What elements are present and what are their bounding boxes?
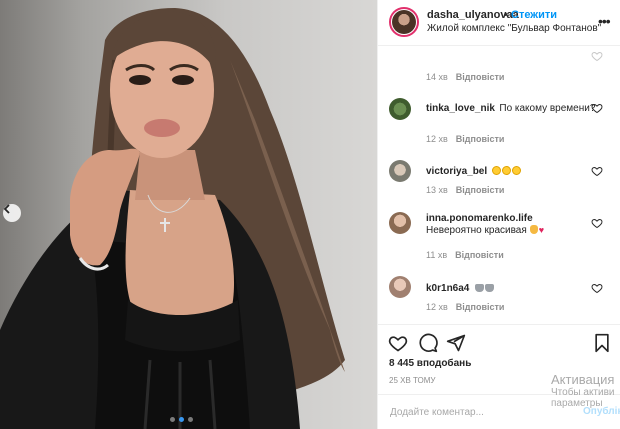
comment-time: 12 хв — [426, 302, 448, 312]
post-header: dasha_ulyanovaa • Стежити Жилой комплекс… — [378, 0, 620, 46]
follow-button[interactable]: Стежити — [511, 9, 557, 21]
reply-button[interactable]: Відповісти — [456, 72, 505, 82]
smile-emoji — [491, 166, 501, 175]
share-icon[interactable] — [446, 333, 466, 353]
post-actions: 8 445 вподобань 25 ХВ ТОМУ — [378, 324, 620, 394]
comment-icon[interactable] — [418, 333, 438, 353]
comments-list[interactable]: 14 хв Відповісти tinka_love_nik По какому… — [378, 46, 620, 324]
heart-icon[interactable] — [591, 165, 603, 177]
reply-button[interactable]: Відповісти — [456, 134, 505, 144]
comment-time: 11 хв — [426, 250, 448, 260]
more-options-button[interactable]: ••• — [598, 13, 611, 29]
carousel-dot — [170, 417, 175, 422]
comment-text: По какому времени? — [499, 103, 596, 114]
post-side-panel: dasha_ulyanovaa • Стежити Жилой комплекс… — [377, 0, 620, 429]
cat-emoji — [474, 284, 484, 292]
hand-emoji — [529, 225, 538, 234]
carousel-dot-active — [179, 417, 184, 422]
author-avatar[interactable] — [389, 7, 419, 37]
comment-body: victoriya_bel — [426, 161, 596, 179]
comment-meta: 12 хв Відповісти — [426, 134, 504, 144]
smile-emoji — [501, 166, 511, 175]
comment-input[interactable] — [388, 404, 568, 420]
comment-text-line: Невероятно красивая ♥ — [426, 224, 596, 237]
post-photo[interactable] — [0, 0, 377, 429]
reply-button[interactable]: Відповісти — [456, 185, 505, 195]
comment-meta: 13 хв Відповісти — [426, 185, 504, 195]
comment-username[interactable]: tinka_love_nik — [426, 103, 495, 114]
comment-meta: 14 хв Відповісти — [426, 72, 504, 82]
cat-emoji — [484, 284, 494, 292]
reply-button[interactable]: Відповісти — [455, 250, 504, 260]
comment-username[interactable]: k0r1n6a4 — [426, 283, 469, 294]
commenter-avatar[interactable] — [389, 98, 411, 120]
post-comment-button[interactable]: Опублікувати — [583, 406, 620, 417]
carousel-dot — [188, 417, 193, 422]
bookmark-icon[interactable] — [592, 333, 612, 353]
post-time[interactable]: 25 ХВ ТОМУ — [389, 376, 436, 385]
comment-time: 14 хв — [426, 72, 448, 82]
reply-button[interactable]: Відповісти — [456, 302, 505, 312]
heart-icon[interactable] — [591, 102, 603, 114]
comment-username[interactable]: victoriya_bel — [426, 166, 487, 177]
comment-time: 12 хв — [426, 134, 448, 144]
comment-meta: 11 хв Відповісти — [426, 250, 504, 260]
commenter-avatar[interactable] — [389, 160, 411, 182]
previous-photo-button[interactable] — [3, 204, 21, 222]
heart-icon[interactable] — [591, 50, 603, 62]
post-location[interactable]: Жилой комплекс "Бульвар Фонтанов" — [427, 23, 601, 34]
heart-icon[interactable] — [591, 217, 603, 229]
likes-count[interactable]: 8 445 вподобань — [389, 358, 471, 369]
heart-icon[interactable] — [388, 333, 408, 353]
header-separator: • — [504, 9, 508, 21]
commenter-avatar[interactable] — [389, 212, 411, 234]
comment-body: tinka_love_nik По какому времени? — [426, 98, 596, 116]
comment-username[interactable]: inna.ponomarenko.life — [426, 213, 596, 224]
comment-text: Невероятно красивая — [426, 225, 527, 236]
commenter-avatar[interactable] — [389, 276, 411, 298]
heart-emoji: ♥ — [538, 225, 545, 235]
photo-illustration — [0, 8, 346, 429]
smile-emoji — [511, 166, 521, 175]
heart-icon[interactable] — [591, 282, 603, 294]
comment-body: k0r1n6a4 — [426, 278, 596, 296]
carousel-indicator — [170, 417, 193, 422]
comment-body: inna.ponomarenko.life Невероятно красива… — [426, 213, 596, 237]
comment-meta: 12 хв Відповісти — [426, 302, 504, 312]
add-comment-bar: Опублікувати — [378, 394, 620, 429]
chevron-left-icon — [3, 204, 10, 214]
comment-time: 13 хв — [426, 185, 448, 195]
